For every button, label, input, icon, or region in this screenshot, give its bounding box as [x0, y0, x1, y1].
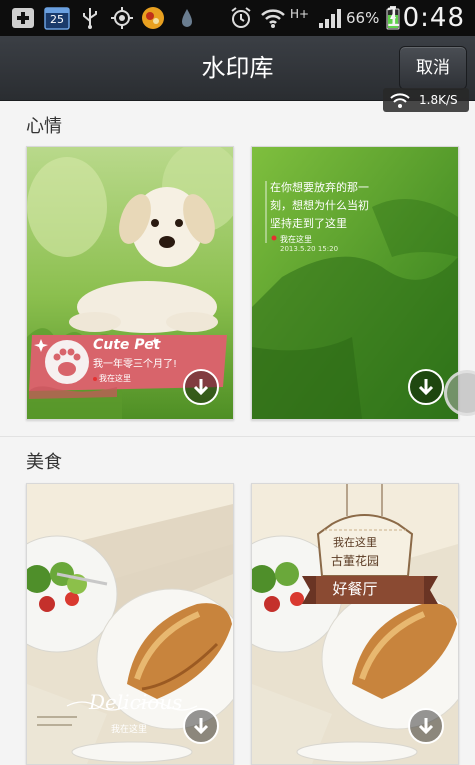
watermark-card-restaurant[interactable]: 我在这里 古董花园 好餐厅	[251, 483, 459, 765]
usb-icon	[80, 6, 100, 30]
gps-icon	[110, 6, 134, 30]
calendar-icon: 25	[44, 6, 70, 30]
download-button[interactable]	[183, 708, 219, 744]
calendar-date: 25	[50, 13, 64, 26]
app-notification-icon	[140, 6, 166, 30]
download-icon	[418, 379, 434, 396]
download-icon	[193, 379, 209, 396]
watermark-card-delicious[interactable]: Delicious 我在这里	[26, 483, 234, 765]
download-button[interactable]	[408, 708, 444, 744]
watermark-card-cute-pet[interactable]: Cute Pet 我一年零三个月了! 我在这里	[26, 146, 234, 420]
watermark-place-name: 古董花园	[330, 554, 379, 568]
download-icon	[193, 718, 209, 735]
download-button[interactable]	[183, 369, 219, 405]
network-speed-overlay: 1.8K/S	[383, 88, 469, 112]
battery-percent: 66%	[346, 9, 380, 27]
watermark-location: 我在这里	[111, 725, 148, 735]
wifi-speed-icon	[390, 93, 410, 108]
watermark-card-quote[interactable]: 在你想要放弃的那一 刻，想想为什么当初 坚持走到了这里 我在这里 2013.5.…	[251, 146, 459, 420]
alarm-icon	[228, 6, 254, 30]
network-type-label: H+	[290, 7, 310, 21]
watermark-location: 我在这里	[99, 374, 131, 383]
status-bar: 25 H+ 66% 10:48	[0, 0, 475, 36]
drop-icon	[176, 6, 198, 30]
quote-line: 在你想要放弃的那一	[270, 181, 369, 194]
watermark-quote: 在你想要放弃的那一 刻，想想为什么当初 坚持走到了这里	[270, 179, 369, 233]
watermark-banner: 好餐厅	[332, 580, 378, 598]
network-speed-text: 1.8K/S	[419, 93, 458, 107]
watermark-date: 2013.5.20 15:20	[280, 245, 339, 253]
download-button[interactable]	[408, 369, 444, 405]
section-divider	[0, 436, 475, 437]
signal-icon	[318, 6, 342, 30]
add-notification-icon	[10, 6, 36, 30]
watermark-location: 我在这里	[280, 235, 312, 244]
download-icon	[418, 718, 434, 735]
wifi-icon	[260, 6, 286, 30]
section-title-mood: 心情	[26, 116, 62, 137]
watermark-pet-caption: 我一年零三个月了!	[93, 359, 178, 370]
clock-time: 10:48	[385, 3, 465, 33]
cancel-button[interactable]: 取消	[399, 46, 467, 90]
watermark-pet-name: Cute Pet	[93, 337, 161, 353]
quote-line: 刻，想想为什么当初	[270, 199, 369, 212]
section-title-food: 美食	[26, 452, 62, 473]
watermark-sign-top: 我在这里	[333, 536, 377, 549]
quote-line: 坚持走到了这里	[270, 217, 347, 230]
watermark-delicious-script: Delicious	[89, 690, 183, 714]
